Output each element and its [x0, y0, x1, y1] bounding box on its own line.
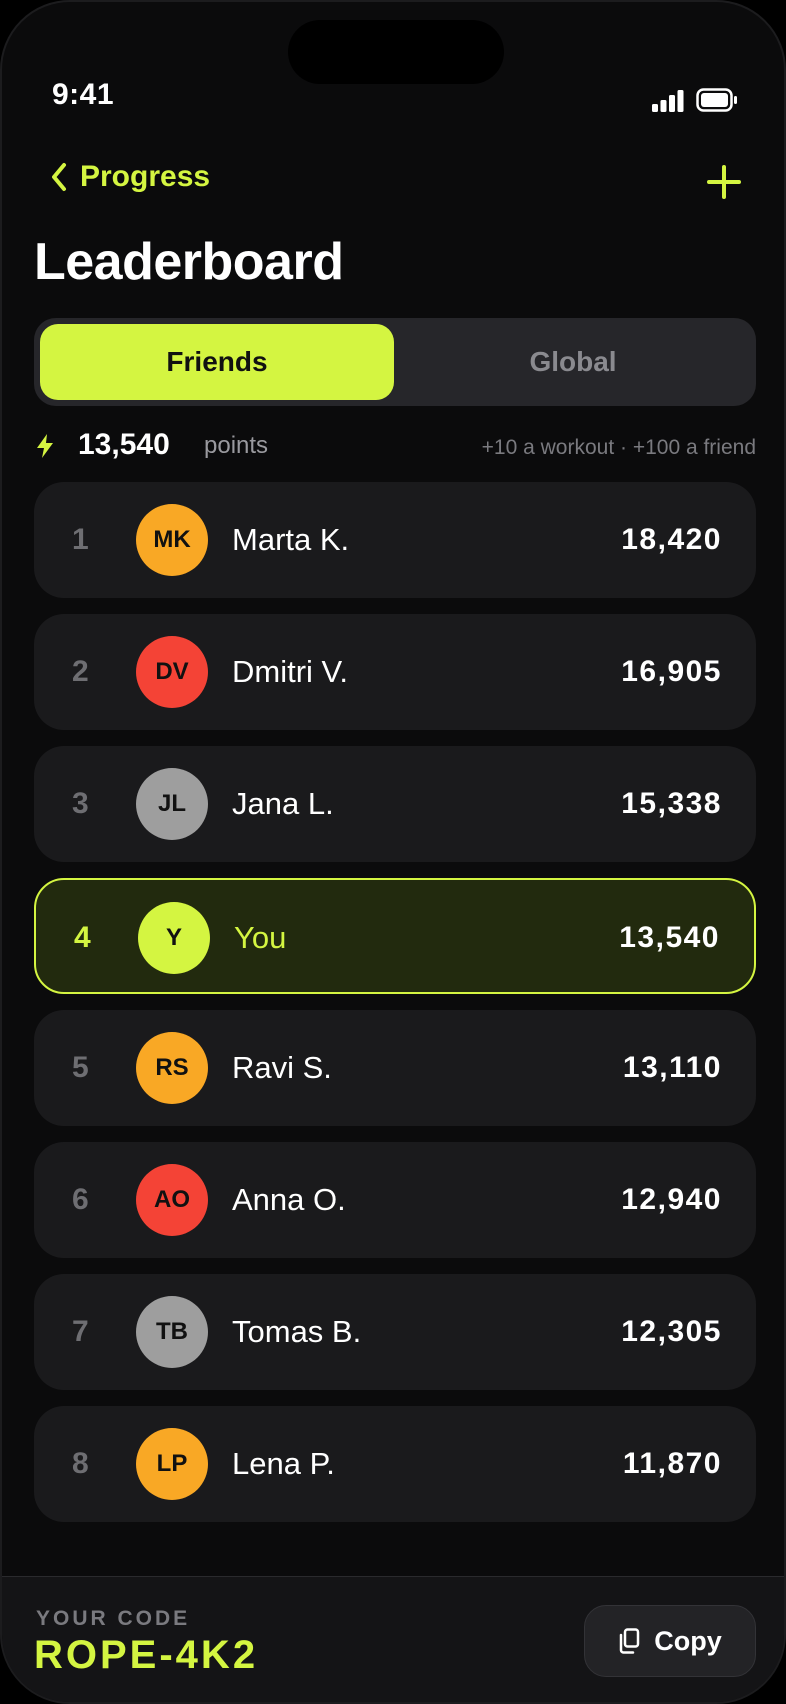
player-name: Ravi S.: [232, 1050, 332, 1085]
avatar: DV: [136, 636, 208, 708]
rank: 6: [72, 1183, 89, 1216]
leaderboard-row[interactable]: 3 JL Jana L. 15,338: [34, 746, 756, 862]
player-score: 12,305: [621, 1315, 722, 1348]
player-name: Anna O.: [232, 1182, 346, 1217]
avatar: AO: [136, 1164, 208, 1236]
rank: 1: [72, 523, 89, 556]
plus-icon[interactable]: [706, 164, 742, 200]
leaderboard-row[interactable]: 8 LP Lena P. 11,870: [34, 1406, 756, 1522]
rank: 5: [72, 1051, 89, 1084]
battery-icon: [696, 88, 737, 112]
back-button[interactable]: Progress: [48, 160, 210, 194]
rank: 7: [72, 1315, 89, 1348]
player-score: 16,905: [621, 655, 722, 688]
code-label: YOUR CODE: [36, 1607, 191, 1630]
player-score: 18,420: [621, 523, 722, 556]
player-name: Tomas B.: [232, 1314, 362, 1349]
rank: 4: [74, 921, 91, 954]
avatar: Y: [138, 902, 210, 974]
chevron-left-icon: [52, 163, 66, 191]
player-score: 13,540: [619, 921, 720, 954]
avatar: LP: [136, 1428, 208, 1500]
page-title: Leaderboard: [34, 233, 344, 291]
segmented-control: Friends Global: [34, 318, 756, 406]
rank: 3: [72, 787, 89, 820]
copy-button[interactable]: Copy: [584, 1605, 756, 1677]
leaderboard-row[interactable]: 6 AO Anna O. 12,940: [34, 1142, 756, 1258]
points-unit: points: [204, 432, 269, 459]
points-value: 13,540: [78, 428, 170, 461]
player-name: Jana L.: [232, 786, 334, 821]
status-time: 9:41: [52, 78, 115, 111]
avatar: MK: [136, 504, 208, 576]
leaderboard-row[interactable]: 5 RS Ravi S. 13,110: [34, 1010, 756, 1126]
leaderboard-row[interactable]: 2 DV Dmitri V. 16,905: [34, 614, 756, 730]
player-score: 11,870: [622, 1447, 722, 1480]
player-name: Dmitri V.: [232, 654, 348, 689]
avatar: RS: [136, 1032, 208, 1104]
avatar: TB: [136, 1296, 208, 1368]
tab-friends[interactable]: Friends: [40, 324, 394, 400]
player-name: You: [234, 920, 287, 955]
rank: 8: [72, 1447, 89, 1480]
player-name: Lena P.: [232, 1446, 335, 1481]
copy-icon: [620, 1628, 640, 1654]
rank: 2: [72, 655, 89, 688]
invite-code-footer: YOUR CODE ROPE-4K2 Copy: [2, 1576, 784, 1702]
copy-label: Copy: [654, 1625, 722, 1656]
bolt-icon: [37, 434, 53, 458]
leaderboard-row[interactable]: 7 TB Tomas B. 12,305: [34, 1274, 756, 1390]
player-score: 13,110: [622, 1051, 722, 1084]
player-score: 15,338: [621, 787, 722, 820]
leaderboard-row[interactable]: 1 MK Marta K. 18,420: [34, 482, 756, 598]
signal-icon: [652, 90, 684, 112]
player-score: 12,940: [621, 1183, 722, 1216]
phone-screen: 9:41 Progress Leaderboard Friends Global: [0, 0, 786, 1704]
invite-code: ROPE-4K2: [34, 1633, 259, 1677]
back-label: Progress: [80, 160, 211, 193]
nav-bar: Progress: [2, 152, 784, 212]
points-hint: +10 a workout · +100 a friend: [481, 436, 756, 459]
tab-global[interactable]: Global: [396, 324, 750, 400]
leaderboard-row-you[interactable]: 4 Y You 13,540: [34, 878, 756, 994]
player-name: Marta K.: [232, 522, 350, 557]
avatar: JL: [136, 768, 208, 840]
points-summary: 13,540 points +10 a workout · +100 a fri…: [34, 426, 756, 466]
status-bar: 9:41: [2, 2, 784, 122]
